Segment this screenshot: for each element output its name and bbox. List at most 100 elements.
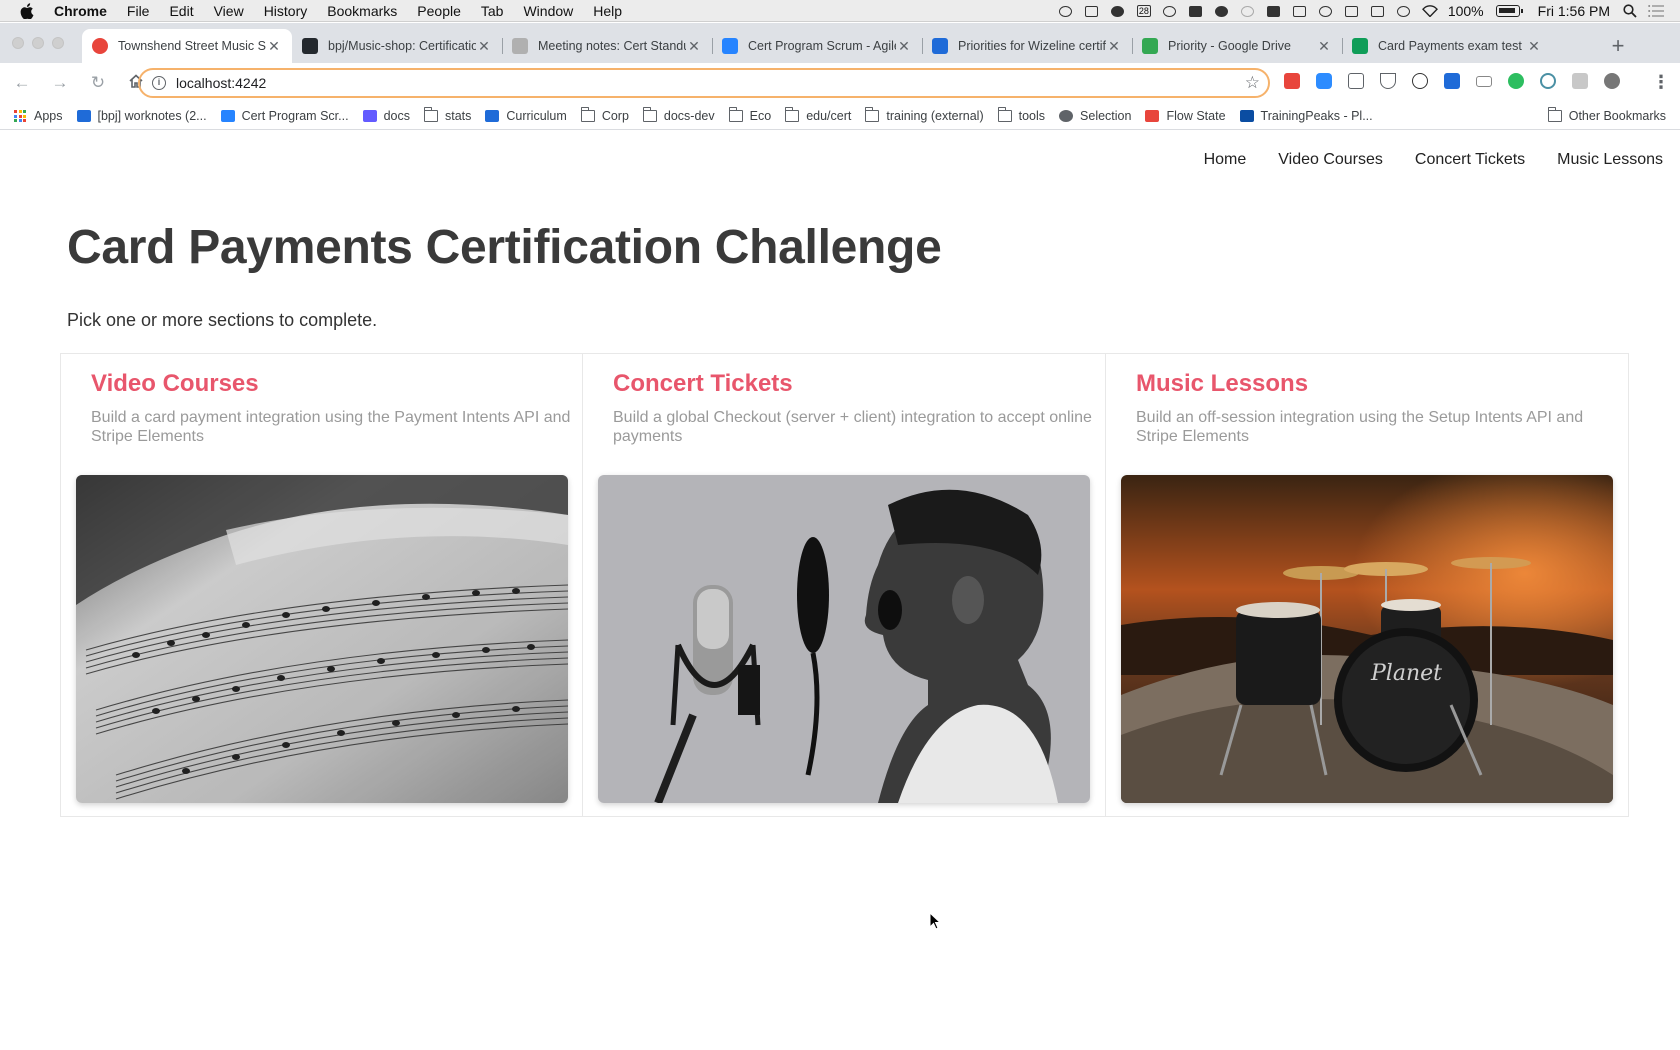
menu-tab[interactable]: Tab — [481, 3, 504, 19]
bookmark-item[interactable]: Apps — [14, 109, 63, 123]
card-title[interactable]: Concert Tickets — [613, 370, 793, 398]
clock[interactable]: Fri 1:56 PM — [1538, 3, 1610, 19]
new-tab-button[interactable]: + — [1604, 32, 1632, 60]
bookmark-item[interactable]: training (external) — [865, 107, 984, 123]
creative-cloud-icon[interactable] — [1110, 4, 1126, 18]
chrome-menu-icon[interactable]: ⋮ — [1652, 72, 1670, 93]
card-music-lessons[interactable]: Music Lessons Build an off-session integ… — [1106, 353, 1629, 817]
drum-kit-sunset-image[interactable]: Planet — [1121, 475, 1613, 803]
extension-red-icon[interactable] — [1284, 73, 1300, 89]
menu-edit[interactable]: Edit — [169, 3, 193, 19]
boy-singing-microphone-image[interactable] — [598, 475, 1090, 803]
nav-home[interactable]: Home — [1204, 151, 1247, 169]
battery-icon[interactable] — [1495, 5, 1523, 17]
nav-music-lessons[interactable]: Music Lessons — [1557, 151, 1663, 169]
bookmark-item[interactable]: Selection — [1059, 109, 1131, 123]
sheet-music-image[interactable] — [76, 475, 568, 803]
bookmark-item[interactable]: stats — [423, 107, 471, 123]
bookmark-item[interactable]: Flow State — [1145, 109, 1226, 123]
drive-icon[interactable] — [1292, 4, 1308, 18]
menu-view[interactable]: View — [214, 3, 244, 19]
tab-title: bpj/Music-shop: Certification — [328, 39, 476, 53]
airplay-icon[interactable] — [1370, 4, 1386, 18]
menu-window[interactable]: Window — [523, 3, 573, 19]
browser-tab[interactable]: Townshend Street Music Shop✕ — [82, 29, 292, 63]
mail-extension-icon[interactable] — [1348, 73, 1364, 89]
card-title[interactable]: Music Lessons — [1136, 370, 1308, 398]
cast-extension-icon[interactable] — [1476, 75, 1492, 87]
spotlight-search-icon[interactable] — [1622, 4, 1638, 18]
flow-icon[interactable] — [1344, 4, 1360, 18]
bookmark-star-icon[interactable]: ☆ — [1245, 73, 1260, 93]
browser-toolbar: ← → ↻ i localhost:4242 ☆ ⋮ — [0, 63, 1680, 103]
minimize-window-button[interactable] — [32, 37, 44, 49]
confluence-extension-icon[interactable] — [1444, 73, 1460, 89]
card-video-courses[interactable]: Video Courses Build a card payment integ… — [60, 353, 583, 817]
browser-tab[interactable]: Priority - Google Drive ✕ — [1132, 29, 1342, 63]
bookmark-item[interactable]: Cert Program Scr... — [220, 109, 349, 123]
browser-tab[interactable]: bpj/Music-shop: Certification ✕ — [292, 29, 502, 63]
address-bar[interactable]: i localhost:4242 ☆ — [138, 68, 1270, 98]
browser-tab[interactable]: Meeting notes: Cert Standup ✕ — [502, 29, 712, 63]
notification-center-icon[interactable] — [1648, 4, 1664, 18]
zoom-extension-icon[interactable] — [1316, 73, 1332, 89]
card-title[interactable]: Video Courses — [91, 370, 259, 398]
calendar-icon[interactable]: 28 — [1136, 4, 1152, 18]
menu-bookmarks[interactable]: Bookmarks — [327, 3, 397, 19]
tab-favicon-icon — [932, 38, 948, 54]
bookmark-item[interactable]: TrainingPeaks - Pl... — [1239, 109, 1373, 123]
tab-close-icon[interactable]: ✕ — [1106, 38, 1122, 55]
onepassword-extension-icon[interactable] — [1412, 73, 1428, 89]
pocket-extension-icon[interactable] — [1380, 73, 1396, 89]
tab-close-icon[interactable]: ✕ — [266, 38, 282, 55]
bookmark-label: Flow State — [1166, 109, 1226, 123]
close-window-button[interactable] — [12, 37, 24, 49]
site-info-icon[interactable]: i — [152, 76, 166, 90]
search-extension-icon[interactable] — [1540, 73, 1556, 89]
bookmark-item[interactable]: Curriculum — [485, 109, 567, 123]
bookmark-item[interactable]: [bpj] worknotes (2... — [76, 109, 207, 123]
droplet-icon[interactable] — [1214, 4, 1230, 18]
bookmark-item[interactable]: edu/cert — [785, 107, 851, 123]
menu-app-name[interactable]: Chrome — [54, 3, 107, 19]
reload-button[interactable]: ↻ — [88, 73, 108, 93]
other-bookmarks-folder[interactable]: Other Bookmarks — [1547, 107, 1666, 123]
bookmark-item[interactable]: docs-dev — [642, 107, 715, 123]
lock-extension-icon[interactable] — [1572, 73, 1588, 89]
bookmark-item[interactable]: Eco — [728, 107, 771, 123]
nav-concert-tickets[interactable]: Concert Tickets — [1415, 151, 1525, 169]
menu-people[interactable]: People — [417, 3, 461, 19]
menu-file[interactable]: File — [127, 3, 150, 19]
back-button[interactable]: ← — [12, 73, 32, 93]
pointer-icon[interactable] — [1058, 4, 1074, 18]
browser-tab[interactable]: Card Payments exam test plan✕ — [1342, 29, 1552, 63]
onepassword-icon[interactable] — [1162, 4, 1178, 18]
notes-icon[interactable] — [1084, 4, 1100, 18]
hammer-icon[interactable] — [1266, 4, 1282, 18]
wifi-icon[interactable] — [1421, 4, 1438, 18]
nav-video-courses[interactable]: Video Courses — [1278, 151, 1383, 169]
sync-icon[interactable] — [1318, 4, 1334, 18]
menu-help[interactable]: Help — [593, 3, 622, 19]
menu-history[interactable]: History — [264, 3, 308, 19]
bookmark-item[interactable]: docs — [362, 109, 410, 123]
bookmark-label: docs-dev — [663, 109, 715, 123]
tab-close-icon[interactable]: ✕ — [476, 38, 492, 55]
bluetooth-icon[interactable] — [1396, 4, 1412, 18]
tab-close-icon[interactable]: ✕ — [1526, 38, 1542, 55]
browser-tab[interactable]: Cert Program Scrum - Agile ✕ — [712, 29, 922, 63]
card-concert-tickets[interactable]: Concert Tickets Build a global Checkout … — [583, 353, 1106, 817]
tab-close-icon[interactable]: ✕ — [896, 38, 912, 55]
tab-close-icon[interactable]: ✕ — [686, 38, 702, 55]
bookmark-item[interactable]: tools — [997, 107, 1045, 123]
browser-tab[interactable]: Priorities for Wizeline certification✕ — [922, 29, 1132, 63]
evernote-icon[interactable] — [1188, 4, 1204, 18]
apple-menu-icon[interactable] — [20, 2, 38, 19]
tab-close-icon[interactable]: ✕ — [1316, 38, 1332, 55]
evernote-extension-icon[interactable] — [1508, 73, 1524, 89]
zoom-window-button[interactable] — [52, 37, 64, 49]
forward-button[interactable]: → — [50, 73, 70, 93]
profile-avatar-icon[interactable] — [1604, 73, 1620, 89]
circle-icon[interactable] — [1240, 4, 1256, 18]
bookmark-item[interactable]: Corp — [580, 107, 629, 123]
